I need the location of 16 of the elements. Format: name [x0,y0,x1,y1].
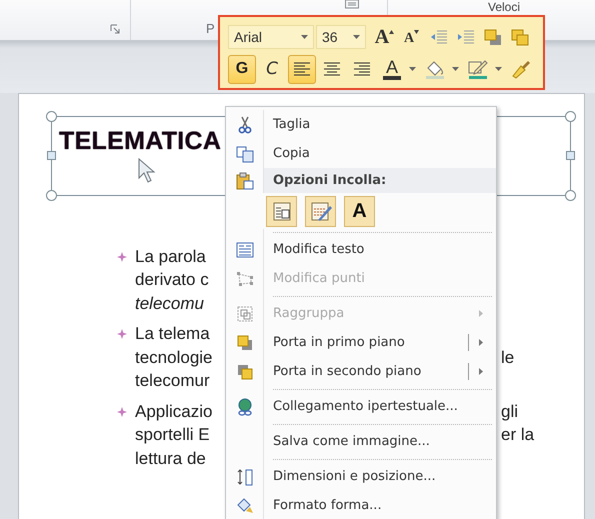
slide-text: tecnologie [135,348,214,368]
slide-text: gli [501,402,518,422]
slide-text: La parola [135,246,207,267]
slide-text: La telema [135,324,211,344]
ribbon-label: Veloci [488,0,520,14]
slide-text: sportelli E [135,425,211,446]
slide-title: TELEMATICA [59,127,222,155]
slide-text: er la [501,425,534,446]
slide-text: derivato c [135,270,210,290]
slide-text: le [501,348,514,368]
slide-text: Applicazio [135,402,214,422]
slide-text: lettura de [135,448,207,469]
menu-section-header: Opzioni Incolla: [273,173,386,188]
group-label: P [206,21,216,36]
slide-text: telecomur [135,371,211,392]
slide-text: telecomu [135,294,205,314]
